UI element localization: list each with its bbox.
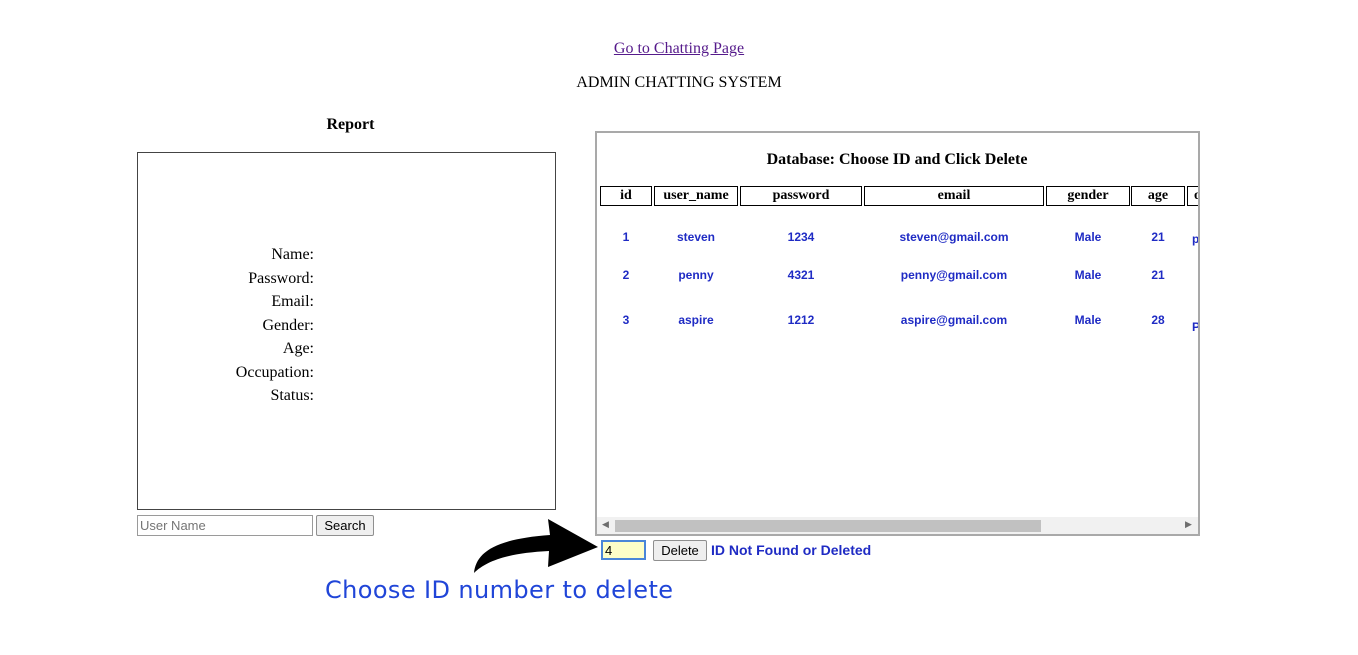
report-title: Report (326, 116, 375, 133)
delete-status-message: ID Not Found or Deleted (711, 542, 872, 558)
app-title: ADMIN CHATTING SYSTEM (576, 74, 782, 91)
table-cell-email: aspire@gmail.com (900, 313, 1008, 327)
table-cell-email: penny@gmail.com (900, 268, 1008, 282)
table-cell-email: steven@gmail.com (899, 230, 1009, 244)
table-cell-gender: Male (1074, 230, 1102, 244)
scrollbar-thumb[interactable] (615, 520, 1041, 532)
scroll-left-icon[interactable]: ◀ (602, 520, 609, 530)
column-header-gender: gender (1046, 186, 1130, 206)
column-header-password: password (740, 186, 862, 206)
table-cell-id: 1 (622, 230, 630, 244)
delete-id-input[interactable] (601, 540, 646, 560)
database-title: Database: Choose ID and Click Delete (766, 151, 1028, 168)
curved-arrow-icon (474, 519, 598, 573)
report-field-email-label: Email: (271, 293, 314, 310)
table-cell-occupation: p (1192, 232, 1200, 246)
table-cell-password: 4321 (787, 268, 815, 282)
scroll-right-icon[interactable]: ▶ (1185, 520, 1192, 530)
table-cell-user-name: steven (676, 230, 716, 244)
database-frame[interactable]: Database: Choose ID and Click Delete id … (595, 131, 1200, 536)
table-cell-age: 21 (1151, 268, 1165, 282)
report-field-status-label: Status: (270, 387, 314, 404)
report-field-password-label: Password: (248, 269, 314, 287)
table-cell-gender: Male (1074, 313, 1102, 327)
delete-button[interactable]: Delete (653, 540, 707, 561)
user-name-search-input[interactable] (137, 515, 313, 536)
table-cell-age: 28 (1151, 313, 1165, 327)
report-panel: Name: Password: Email: Gender: Age: Occu… (137, 152, 556, 510)
column-header-user-name: user_name (654, 186, 738, 206)
go-to-chatting-page-link[interactable]: Go to Chatting Page (0, 40, 1358, 58)
table-cell-user-name: aspire (678, 313, 714, 327)
column-header-email: email (864, 186, 1044, 206)
table-cell-user-name: penny (678, 268, 714, 282)
table-cell-password: 1234 (787, 230, 815, 244)
report-field-occupation-label: Occupation: (235, 363, 314, 381)
report-field-name-label: Name: (271, 246, 314, 263)
column-header-occupation: o (1187, 186, 1198, 206)
table-cell-gender: Male (1074, 268, 1102, 282)
report-field-age-label: Age: (282, 340, 314, 357)
column-header-id: id (600, 186, 652, 206)
table-cell-id: 3 (622, 313, 630, 327)
horizontal-scrollbar[interactable]: ◀ ▶ (597, 517, 1198, 534)
column-header-age: age (1131, 186, 1185, 206)
annotation-caption: Choose ID number to delete (325, 576, 674, 604)
table-cell-age: 21 (1151, 230, 1165, 244)
search-button[interactable]: Search (316, 515, 374, 536)
table-cell-occupation: P (1192, 320, 1200, 334)
report-field-list: Name: Password: Email: Gender: Age: Occu… (138, 243, 314, 408)
table-cell-password: 1212 (787, 313, 815, 327)
report-field-gender-label: Gender: (262, 316, 314, 334)
table-cell-id: 2 (622, 268, 630, 282)
